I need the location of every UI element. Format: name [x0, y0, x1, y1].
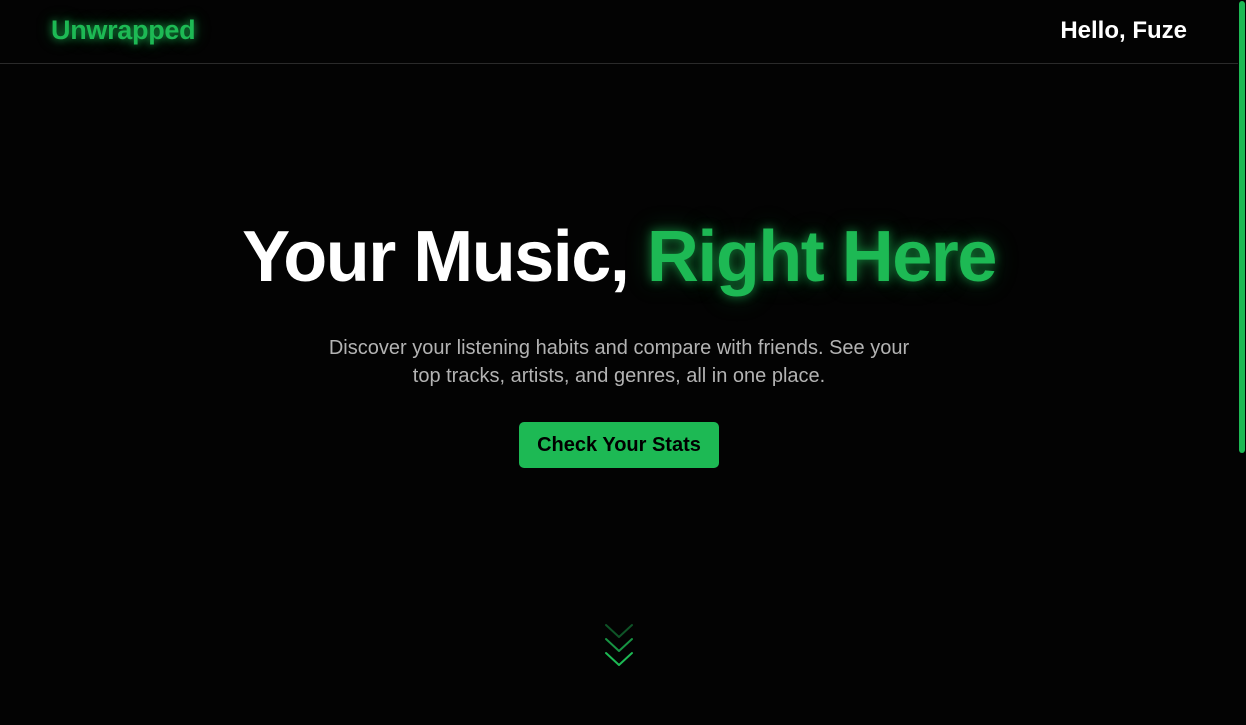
logo[interactable]: Unwrapped: [51, 15, 196, 46]
hero-subtitle: Discover your listening habits and compa…: [328, 337, 910, 387]
hero-headline: Your Music, Right Here: [0, 217, 1238, 297]
headline-plain: Your Music,: [242, 217, 647, 297]
user-greeting: Hello, Fuze: [1060, 17, 1187, 44]
page: Unwrapped Hello, Fuze Your Music, Right …: [0, 0, 1246, 725]
headline-accent: Right Here: [646, 217, 998, 297]
scroll-down-icon[interactable]: [603, 622, 635, 670]
scrollbar-thumb[interactable]: [1239, 1, 1245, 453]
scrollbar[interactable]: [1238, 0, 1246, 725]
check-stats-button[interactable]: Check Your Stats: [519, 422, 719, 468]
navbar: Unwrapped Hello, Fuze: [0, 0, 1238, 64]
hero-section: Your Music, Right Here Discover your lis…: [0, 64, 1238, 725]
double-chevron-down-icon: [605, 624, 633, 666]
